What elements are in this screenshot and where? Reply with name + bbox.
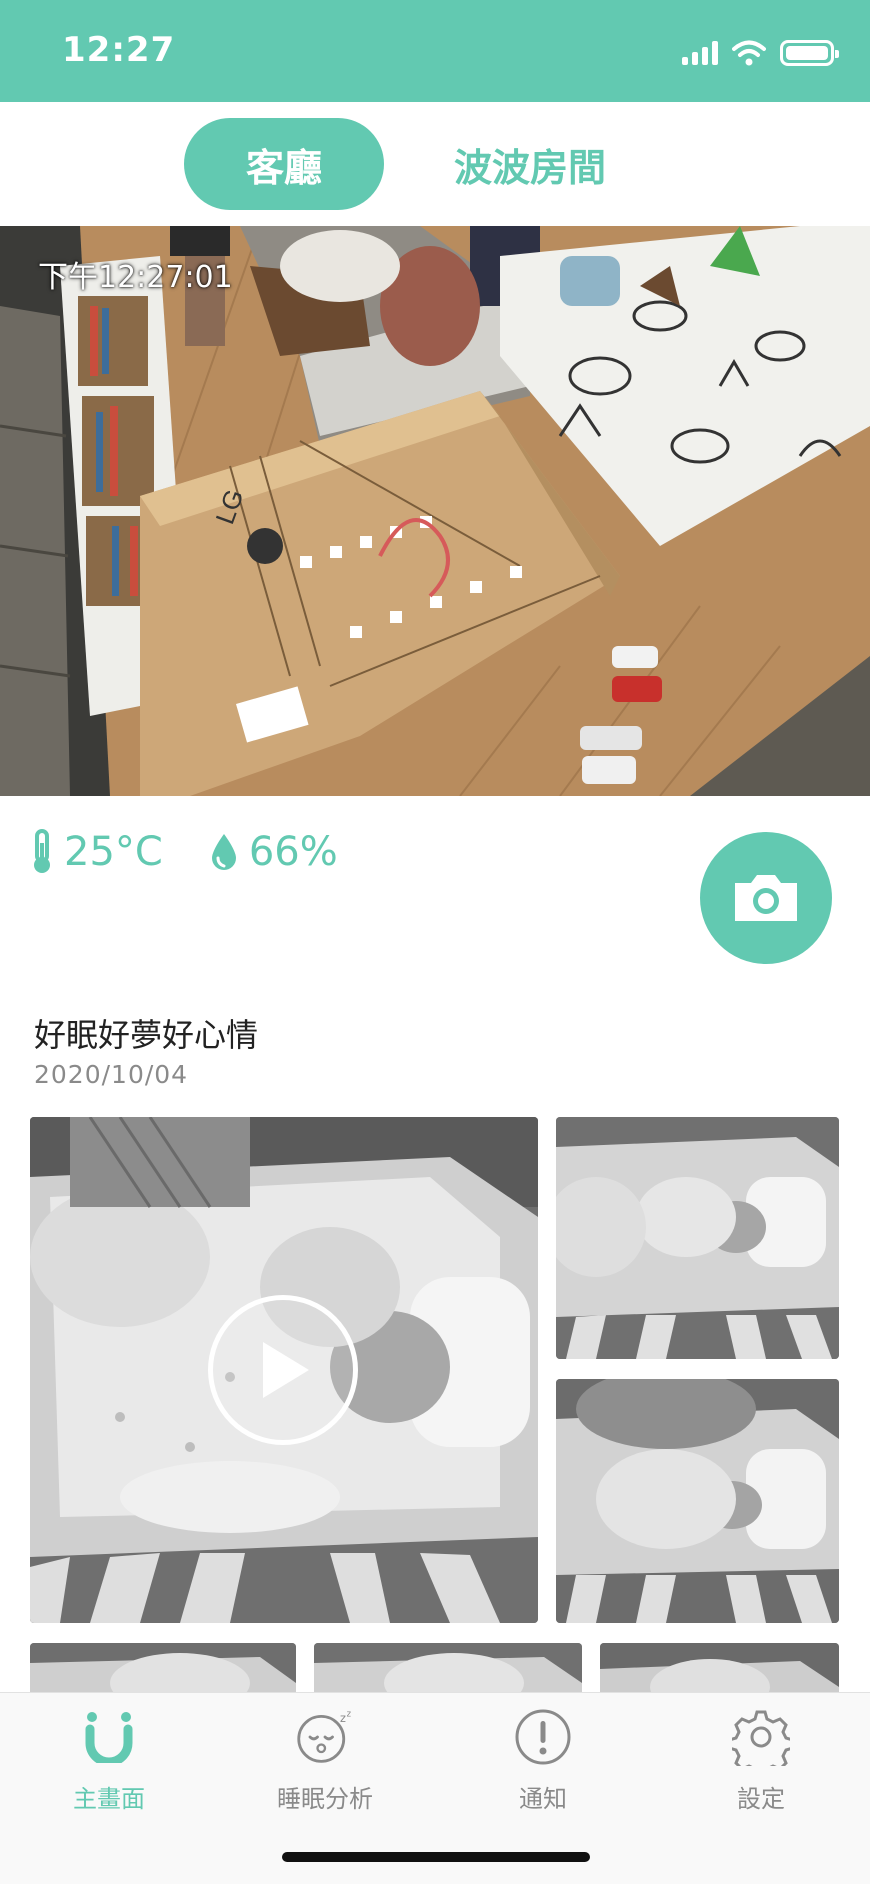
story-photo[interactable] (556, 1379, 839, 1623)
nav-home-label: 主畫面 (73, 1785, 145, 1813)
battery-icon (780, 40, 839, 66)
camera-timestamp: 下午12:27:01 (38, 260, 233, 295)
camera-icon (735, 875, 797, 921)
environment-readings: 25°C 66% (30, 824, 384, 880)
thermometer-icon (34, 829, 50, 873)
home-u-icon (79, 1707, 139, 1767)
water-drop-icon (211, 834, 236, 870)
svg-text:z: z (347, 1708, 352, 1718)
crib-photo (556, 1379, 839, 1623)
wifi-icon (732, 40, 766, 66)
exclamation-icon (513, 1707, 573, 1767)
nav-notify-label: 通知 (519, 1785, 567, 1813)
humidity-reading: 66% (209, 829, 338, 875)
nav-settings-label: 設定 (737, 1785, 785, 1813)
nav-home[interactable]: 主畫面 (24, 1707, 194, 1817)
sleeping-face-icon: z z (295, 1707, 355, 1767)
signal-icon (682, 41, 718, 65)
room-tabs: 客廳 波波房間 (0, 102, 870, 226)
nav-sleep-analysis[interactable]: z z 睡眠分析 (240, 1707, 410, 1817)
camera-scene: LG (0, 226, 870, 796)
status-icons (682, 38, 839, 68)
gear-icon (731, 1707, 791, 1767)
tab-living-room[interactable]: 客廳 (184, 118, 384, 210)
snapshot-button[interactable] (700, 832, 832, 964)
humidity-value: 66% (248, 829, 338, 875)
nav-settings[interactable]: 設定 (676, 1707, 846, 1817)
temperature-reading: 25°C (30, 829, 163, 875)
status-time: 12:27 (62, 30, 176, 70)
status-bar: 12:27 (0, 0, 870, 102)
story-photo[interactable] (556, 1117, 839, 1359)
home-indicator (282, 1852, 590, 1862)
tab-bobo-room[interactable]: 波波房間 (430, 118, 630, 210)
nav-sleep-label: 睡眠分析 (277, 1785, 373, 1813)
temperature-value: 25°C (64, 829, 163, 875)
story-date: 2020/10/04 (34, 1060, 189, 1089)
crib-photo (556, 1117, 839, 1359)
play-button[interactable] (208, 1295, 358, 1445)
live-camera-view[interactable]: LG 下午12:27:01 (0, 226, 870, 796)
svg-text:z: z (340, 1712, 346, 1725)
story-title: 好眠好夢好心情 (34, 1016, 259, 1054)
story-video-thumbnail[interactable] (30, 1117, 538, 1623)
play-icon (263, 1342, 309, 1398)
nav-notifications[interactable]: 通知 (458, 1707, 628, 1817)
